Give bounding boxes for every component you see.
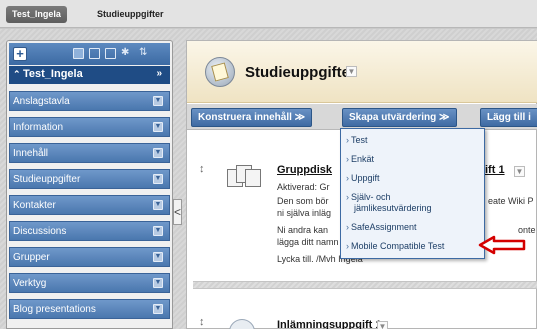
chevron-down-icon[interactable]: ▼ [153, 304, 163, 314]
action-bar: Konstruera innehåll ≫ Skapa utvärdering … [187, 104, 537, 130]
chevron-down-icon[interactable]: ▼ [377, 321, 388, 329]
page-title: Studieuppgifter [245, 64, 356, 81]
chevron-down-icon[interactable]: ▼ [514, 166, 525, 177]
assignment-icon [205, 57, 235, 87]
menu-item-label: Kontakter [13, 200, 56, 211]
item-status: Aktiverad: Gr [277, 182, 330, 192]
menu-item-label: Blog presentations [13, 304, 96, 315]
create-assessment-dropdown: › Test › Enkät › Uppgift › Själv- och jämlik… [340, 128, 485, 259]
dropdown-item-uppgift[interactable]: › Uppgift [346, 173, 380, 184]
menu-item-grupper[interactable]: Grupper ▼ [9, 247, 170, 267]
collapse-menu-icon[interactable]: » [156, 68, 162, 79]
item-description: Ni andra kan [277, 225, 329, 235]
page-header: Studieuppgifter ▼ [187, 41, 537, 103]
item-divider [193, 281, 537, 289]
item-title-link[interactable]: Gruppdisk [277, 164, 332, 176]
add-to-button[interactable]: Lägg till i [480, 108, 537, 127]
menu-item-label: Anslagstavla [13, 96, 70, 107]
window-icon[interactable] [105, 48, 116, 59]
chevron-down-icon[interactable]: ▼ [153, 226, 163, 236]
folder-view-icon[interactable] [89, 48, 100, 59]
dropdown-item-safeassignment[interactable]: › SafeAssignment [346, 222, 417, 233]
menu-item-information[interactable]: Information ▼ [9, 117, 170, 137]
drag-handle-icon[interactable]: ↕ [199, 316, 205, 328]
item-title-link-end[interactable]: ift 1 [485, 164, 505, 176]
item-description-cont: eate Wiki P [488, 196, 534, 206]
dropdown-item-mobile-test[interactable]: › Mobile Compatible Test [346, 241, 444, 252]
item-description: Den som bör [277, 196, 329, 206]
assignment-icon [229, 319, 255, 329]
menu-item-label: Verktyg [13, 278, 47, 289]
drag-handle-icon[interactable]: ↕ [199, 163, 205, 175]
chevron-down-icon[interactable]: ▼ [153, 200, 163, 210]
construct-content-button[interactable]: Konstruera innehåll ≫ [191, 108, 313, 127]
chevron-down-icon[interactable]: ▼ [153, 96, 163, 106]
chevron-down-icon[interactable]: ▼ [153, 122, 163, 132]
menu-item-label: Studieuppgifter [13, 174, 81, 185]
menu-item-innehall[interactable]: Innehåll ▼ [9, 143, 170, 163]
chevron-down-icon[interactable]: ▼ [346, 66, 357, 77]
group-discussion-icon [227, 163, 261, 193]
menu-item-verktyg[interactable]: Verktyg ▼ [9, 273, 170, 293]
add-menu-item-button[interactable]: + [13, 47, 27, 61]
caret-up-icon: ⌃ [13, 69, 21, 79]
chevron-down-icon[interactable]: ▼ [153, 252, 163, 262]
chevron-down-icon[interactable]: ▼ [153, 174, 163, 184]
item-title-link[interactable]: Inlämningsuppgift 1 [277, 319, 382, 329]
course-name: Test_Ingela [23, 68, 83, 80]
menu-item-label: Information [13, 122, 64, 133]
menu-item-kontakter[interactable]: Kontakter ▼ [9, 195, 170, 215]
dropdown-item-self-peer[interactable]: › Själv- och [346, 192, 391, 203]
item-description-cont: onte [518, 225, 536, 235]
chevron-down-icon[interactable]: ▼ [153, 278, 163, 288]
menu-item-label: Discussions [13, 226, 67, 237]
reorder-icon[interactable]: ⇅ [139, 48, 150, 59]
menu-item-label: Innehåll [13, 148, 49, 159]
highlight-arrow-icon [478, 235, 526, 255]
breadcrumb-bar: Test_Ingela Studieuppgifter [0, 0, 537, 28]
dropdown-item-enkat[interactable]: › Enkät [346, 154, 374, 165]
list-view-icon[interactable] [73, 48, 84, 59]
dropdown-item-test[interactable]: › Test [346, 135, 368, 146]
course-title-bar[interactable]: ⌃ Test_Ingela » [9, 66, 170, 84]
menu-item-anslagstavla[interactable]: Anslagstavla ▼ [9, 91, 170, 111]
create-assessment-button[interactable]: Skapa utvärdering ≫ [342, 108, 457, 127]
dropdown-item-self-peer-cont[interactable]: jämlikesutvärdering [354, 203, 432, 214]
menu-item-blog-presentations[interactable]: Blog presentations ▼ [9, 299, 170, 319]
settings-icon[interactable]: ✱ [121, 48, 132, 59]
menu-item-discussions[interactable]: Discussions ▼ [9, 221, 170, 241]
menu-toolbar: + ✱ ⇅ [9, 43, 170, 65]
chevron-down-icon[interactable]: ▼ [153, 148, 163, 158]
menu-item-studieuppgifter[interactable]: Studieuppgifter ▼ [9, 169, 170, 189]
collapse-sidebar-handle[interactable]: < [173, 199, 182, 225]
breadcrumb-course-link[interactable]: Test_Ingela [6, 6, 67, 23]
course-menu: + ✱ ⇅ ⌃ Test_Ingela » Anslagstavla ▼ Inf… [6, 40, 173, 329]
item-description: ni själva inläg [277, 208, 332, 218]
breadcrumb-current-page: Studieuppgifter [97, 9, 164, 19]
menu-item-label: Grupper [13, 252, 50, 263]
